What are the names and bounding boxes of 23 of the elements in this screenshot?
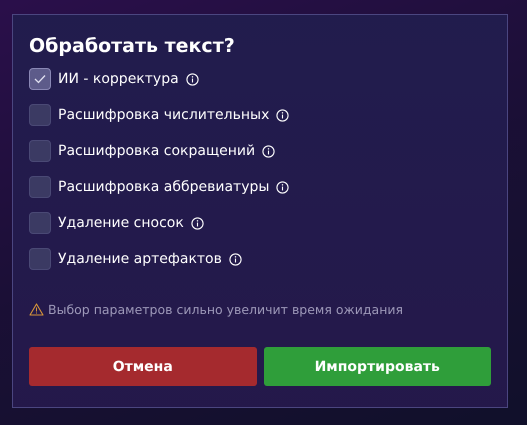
info-icon[interactable] — [228, 252, 242, 266]
checkmark-icon — [34, 74, 46, 84]
checkbox[interactable] — [29, 104, 51, 126]
option-label: Удаление сносок — [58, 215, 184, 231]
info-icon[interactable] — [186, 72, 199, 86]
checkbox[interactable] — [29, 212, 51, 234]
info-icon[interactable] — [276, 180, 290, 194]
option-label: Удаление артефактов — [58, 251, 222, 267]
cancel-button[interactable]: Отмена — [29, 347, 256, 386]
option-label: Расшифровка числительных — [58, 107, 270, 123]
option-label: Расшифровка сокращений — [58, 143, 256, 159]
dialog-title: Обработать текст? — [29, 34, 235, 59]
warning-text: Выбор параметров сильно увеличит время ожидания — [48, 302, 404, 317]
checkbox[interactable] — [29, 248, 51, 270]
checkbox[interactable] — [29, 140, 51, 162]
checkbox[interactable] — [29, 68, 51, 90]
info-icon[interactable] — [190, 216, 204, 230]
info-icon[interactable] — [276, 108, 290, 122]
checkbox[interactable] — [29, 176, 51, 198]
option-label: Расшифровка аббревиатуры — [58, 179, 270, 195]
warning-icon — [29, 303, 44, 316]
info-icon[interactable] — [262, 144, 276, 158]
option-label: ИИ - корректура — [58, 71, 179, 87]
